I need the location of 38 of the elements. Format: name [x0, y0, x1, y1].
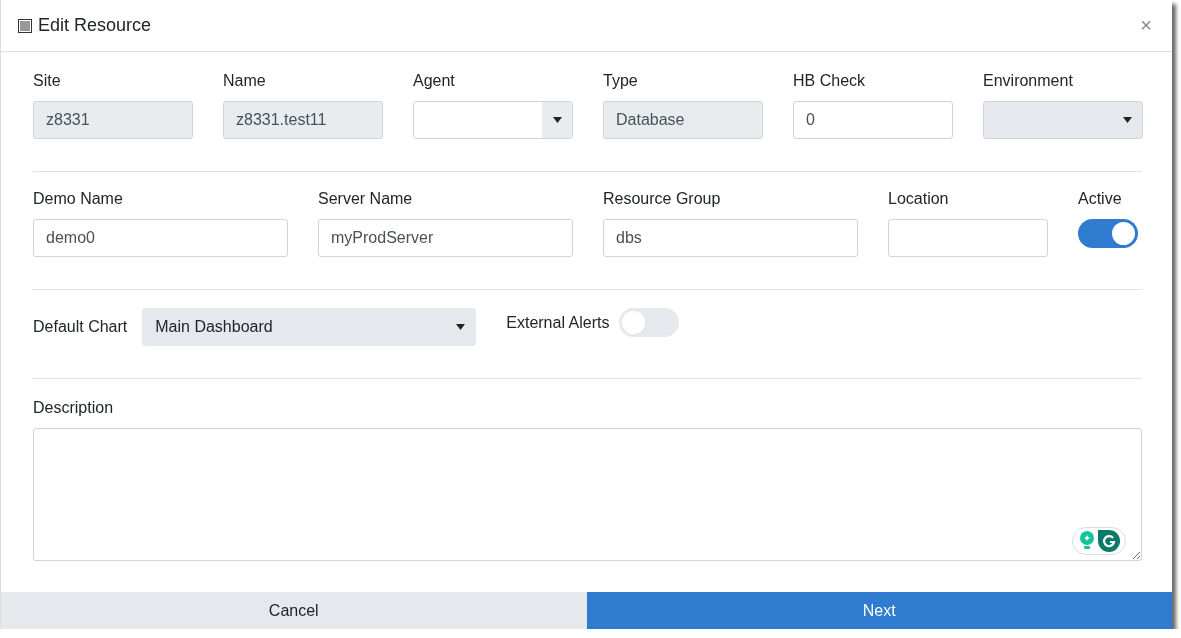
caret-icon — [455, 324, 465, 330]
dropdown[interactable] — [413, 101, 573, 139]
field-label: Agent — [413, 72, 456, 90]
lightbulb-icon — [1078, 531, 1095, 551]
field-label: Description — [33, 399, 115, 417]
toggle-switch[interactable] — [1078, 219, 1138, 248]
field-label: Environment — [983, 72, 1074, 90]
field-label: Location — [888, 190, 950, 208]
field-label: Type — [603, 72, 639, 90]
dropdown[interactable]: Main Dashboard — [142, 308, 477, 346]
readonly-field[interactable]: z8331 — [33, 101, 193, 139]
dialog-title: Edit Resource — [38, 15, 153, 36]
next-button[interactable]: Next — [586, 592, 1172, 629]
caret-icon — [1122, 117, 1132, 123]
close-button[interactable]: × — [1136, 14, 1156, 37]
input-field[interactable]: demo0 — [33, 219, 288, 257]
field-label: Active — [1078, 190, 1123, 208]
assistant-badge[interactable] — [1072, 527, 1126, 555]
list-icon — [18, 18, 32, 33]
field-label: Site — [33, 72, 62, 90]
readonly-field[interactable]: Database — [603, 101, 763, 139]
description-field[interactable] — [33, 428, 1142, 561]
field-label: Default Chart — [33, 318, 128, 336]
input-field[interactable]: 0 — [793, 101, 953, 139]
readonly-field[interactable]: z8331.test11 — [223, 101, 383, 139]
caret-icon — [552, 117, 562, 123]
field-label: External Alerts — [506, 314, 610, 332]
input-field[interactable]: dbs — [603, 219, 858, 257]
field-label: Resource Group — [603, 190, 722, 208]
field-label: Server Name — [318, 190, 414, 208]
cancel-button[interactable]: Cancel — [1, 592, 587, 629]
input-field[interactable]: myProdServer — [318, 219, 573, 257]
field-label: HB Check — [793, 72, 867, 90]
field-label: Name — [223, 72, 267, 90]
field-label: Demo Name — [33, 190, 124, 208]
toggle-switch[interactable] — [619, 308, 680, 337]
input-field[interactable] — [888, 219, 1048, 257]
g-logo-icon — [1097, 530, 1120, 552]
